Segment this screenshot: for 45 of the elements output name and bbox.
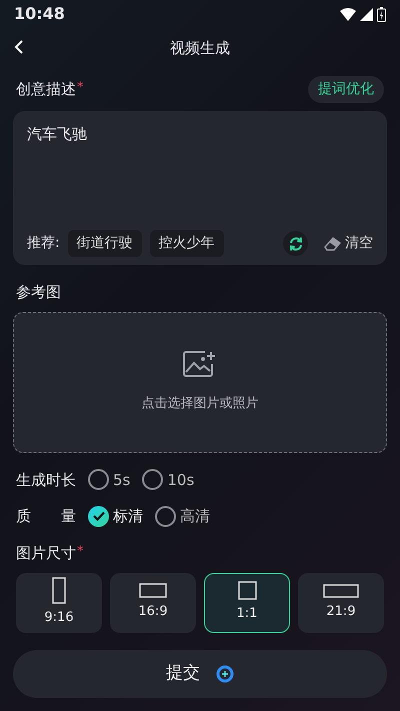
aspect-ratio-icon: [139, 583, 167, 598]
upload-hint: 点击选择图片或照片: [142, 395, 258, 414]
field-label: 量: [61, 506, 76, 527]
check-icon: [92, 511, 104, 522]
aspect-ratio-option[interactable]: 9:16: [16, 572, 102, 632]
field-label: 创意描述*: [16, 79, 84, 100]
aspect-ratio-icon: [238, 581, 256, 600]
prompt-field[interactable]: 汽车飞驰 推荐: 街道行驶 控火少年 清空: [13, 111, 387, 265]
clear-button[interactable]: 清空: [324, 233, 373, 254]
required-mark: *: [77, 80, 84, 96]
suggestion-chip[interactable]: 控火少年: [150, 230, 224, 257]
field-label: 生成时长: [16, 470, 76, 490]
refresh-button[interactable]: [283, 231, 308, 256]
radio-button[interactable]: [88, 469, 109, 490]
radio-button[interactable]: [142, 469, 164, 490]
back-icon[interactable]: [14, 39, 24, 55]
suggestion-chip[interactable]: 街道行驶: [68, 230, 142, 257]
option-label: 高清: [180, 506, 210, 527]
option-label: 10s: [167, 470, 194, 490]
radio-button[interactable]: [155, 506, 176, 527]
section-label: 参考图: [15, 282, 62, 303]
wifi-icon: [340, 8, 356, 20]
eraser-icon: [324, 236, 341, 250]
aspect-ratio-option[interactable]: 1:1: [204, 572, 290, 632]
submit-button[interactable]: 提交: [13, 650, 387, 698]
aspect-ratio-option[interactable]: 21:9: [298, 572, 384, 632]
field-label: 质: [16, 506, 31, 527]
required-mark: *: [77, 544, 84, 558]
battery-icon: [377, 6, 386, 22]
option-label: 标清: [113, 506, 143, 527]
status-time: 10:48: [14, 3, 65, 25]
aspect-ratio-icon: [323, 584, 359, 598]
add-image-icon: [183, 350, 217, 378]
aspect-ratio-option[interactable]: 16:9: [110, 572, 196, 632]
aspect-ratio-icon: [52, 577, 66, 604]
field-label: 图片尺寸*: [16, 544, 84, 562]
option-label: 5s: [113, 470, 130, 490]
prompt-text: 汽车飞驰: [27, 124, 88, 145]
recommend-label: 推荐:: [27, 234, 60, 253]
page-title: 视频生成: [170, 38, 230, 59]
radio-button[interactable]: [88, 506, 109, 527]
optimize-button[interactable]: 提词优化: [308, 76, 384, 103]
upload-area[interactable]: 点击选择图片或照片: [13, 312, 387, 452]
signal-icon: [360, 8, 373, 20]
refresh-icon: [288, 236, 304, 252]
